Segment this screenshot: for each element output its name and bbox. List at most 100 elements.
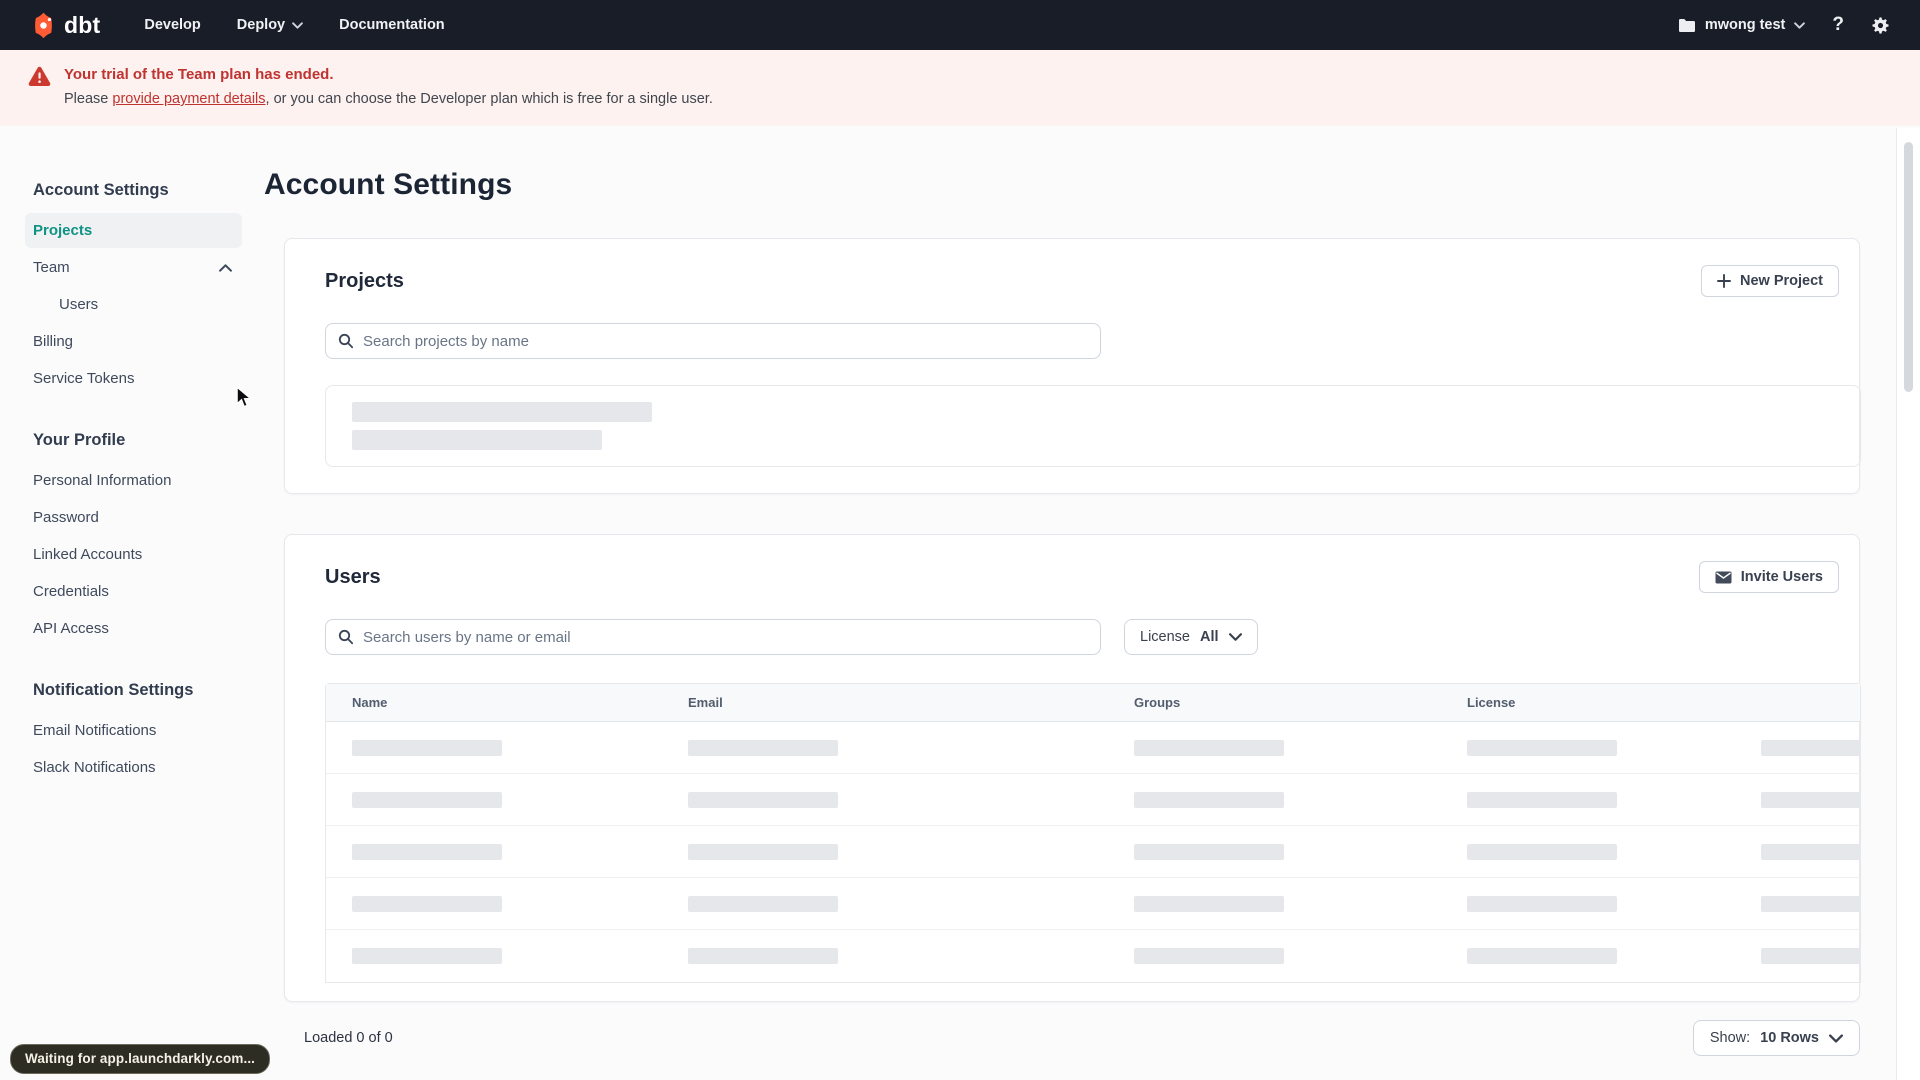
- nav-deploy-label: Deploy: [236, 17, 286, 33]
- sidebar-item-label: Service Tokens: [33, 370, 135, 387]
- rows-per-page-label: Show:: [1709, 1030, 1751, 1046]
- skeleton-bar: [1467, 895, 1617, 912]
- sidebar-item-label: Email Notifications: [33, 722, 157, 739]
- new-project-button[interactable]: New Project: [1701, 265, 1839, 297]
- sidebar-item-label: API Access: [33, 620, 109, 637]
- table-row: [326, 774, 1860, 826]
- account-switcher[interactable]: mwong test: [1678, 17, 1806, 33]
- sidebar-item-personal-information[interactable]: Personal Information: [25, 463, 242, 498]
- users-table: Name Email Groups License: [325, 683, 1861, 983]
- skeleton-bar: [1134, 739, 1284, 756]
- sidebar-item-service-tokens[interactable]: Service Tokens: [25, 361, 242, 396]
- search-icon: [338, 333, 354, 349]
- skeleton-bar: [1761, 948, 1860, 964]
- search-icon: [338, 629, 354, 645]
- nav-develop[interactable]: Develop: [144, 17, 200, 33]
- column-header-license: License: [1467, 695, 1516, 710]
- payment-details-link[interactable]: provide payment details: [112, 91, 265, 107]
- skeleton-bar: [352, 430, 602, 450]
- projects-card-title: Projects: [325, 269, 404, 292]
- banner-title: Your trial of the Team plan has ended.: [64, 66, 334, 83]
- skeleton-bar: [352, 843, 502, 860]
- nav-documentation-label: Documentation: [339, 17, 445, 33]
- sidebar-item-label: Team: [33, 259, 70, 276]
- skeleton-bar: [352, 739, 502, 756]
- settings-button[interactable]: [1871, 16, 1890, 35]
- projects-search-input[interactable]: [363, 332, 1088, 350]
- skeleton-bar: [688, 739, 838, 756]
- warning-triangle-icon: [28, 66, 51, 87]
- skeleton-bar: [1467, 843, 1617, 860]
- caret-down-icon: [1794, 17, 1806, 33]
- skeleton-bar: [1134, 948, 1284, 964]
- column-header-actions: [1735, 684, 1860, 721]
- skeleton-bar: [1467, 948, 1617, 964]
- skeleton-bar: [1134, 791, 1284, 808]
- sidebar-item-credentials[interactable]: Credentials: [25, 574, 242, 609]
- skeleton-bar: [352, 402, 652, 422]
- sidebar-item-api-access[interactable]: API Access: [25, 611, 242, 646]
- settings-sidebar: Account Settings Projects Team Users Bil…: [0, 126, 264, 1078]
- projects-searchbox: [325, 323, 1101, 359]
- chevron-down-icon: [1228, 633, 1242, 641]
- account-name: mwong test: [1704, 17, 1786, 33]
- dbt-logo[interactable]: dbt: [30, 12, 100, 39]
- skeleton-bar: [1761, 791, 1860, 808]
- question-mark-icon: ?: [1832, 14, 1844, 35]
- rows-per-page-value: 10 Rows: [1760, 1030, 1819, 1046]
- license-filter-value: All: [1199, 629, 1219, 645]
- sidebar-item-password[interactable]: Password: [25, 500, 242, 535]
- sidebar-item-label: Personal Information: [33, 472, 172, 489]
- skeleton-bar: [1761, 739, 1860, 756]
- sidebar-heading-notification-settings: Notification Settings: [33, 681, 194, 699]
- sidebar-heading-your-profile: Your Profile: [33, 431, 126, 449]
- primary-nav: Develop Deploy Documentation: [144, 17, 444, 33]
- sidebar-item-projects[interactable]: Projects: [25, 213, 242, 248]
- users-search-input[interactable]: [363, 628, 1088, 646]
- chevron-down-icon: [1829, 1033, 1843, 1043]
- help-button[interactable]: ?: [1832, 14, 1844, 36]
- dbt-logo-icon: [30, 12, 57, 39]
- sidebar-item-users[interactable]: Users: [25, 287, 242, 322]
- banner-body-suffix: , or you can choose the Developer plan w…: [265, 91, 713, 107]
- skeleton-bar: [1134, 843, 1284, 860]
- sidebar-item-team[interactable]: Team: [25, 250, 242, 285]
- trial-banner: Your trial of the Team plan has ended. P…: [0, 50, 1920, 126]
- scrollbar-thumb[interactable]: [1904, 142, 1913, 392]
- sidebar-item-linked-accounts[interactable]: Linked Accounts: [25, 537, 242, 572]
- skeleton-bar: [688, 791, 838, 808]
- sidebar-item-label: Billing: [33, 333, 74, 350]
- envelope-icon: [1715, 571, 1732, 584]
- rows-per-page-button[interactable]: Show: 10 Rows: [1692, 1020, 1860, 1056]
- nav-documentation[interactable]: Documentation: [339, 17, 445, 33]
- license-filter[interactable]: License All: [1124, 619, 1258, 655]
- main-content: Account Settings Projects New Project Se…: [264, 126, 1864, 1078]
- users-table-footer: Loaded 0 of 0 Show: 10 Rows: [284, 1020, 1860, 1056]
- nav-develop-label: Develop: [144, 17, 201, 33]
- new-project-label: New Project: [1740, 273, 1823, 289]
- table-row: [326, 930, 1860, 982]
- chevron-up-icon: [219, 263, 232, 272]
- banner-text: Your trial of the Team plan has ended. P…: [64, 65, 713, 109]
- sidebar-item-label: Users: [59, 296, 99, 313]
- sidebar-item-label: Slack Notifications: [33, 759, 156, 776]
- invite-users-button[interactable]: Invite Users: [1698, 561, 1839, 593]
- sidebar-item-label: Credentials: [33, 583, 109, 600]
- scrollbar[interactable]: [1896, 128, 1920, 1080]
- caret-down-icon: [292, 17, 303, 33]
- sidebar-item-billing[interactable]: Billing: [25, 324, 242, 359]
- banner-body: Please provide payment details, or you c…: [64, 90, 713, 109]
- users-card: Users Invite Users License All: [284, 534, 1861, 1002]
- sidebar-item-label: Linked Accounts: [33, 546, 143, 563]
- skeleton-bar: [688, 895, 838, 912]
- projects-loading-skeleton: [325, 385, 1861, 467]
- nav-deploy[interactable]: Deploy: [237, 17, 303, 33]
- brand-text: dbt: [64, 11, 101, 38]
- column-header-name: Name: [352, 695, 388, 710]
- page-title: Account Settings: [264, 168, 513, 201]
- sidebar-item-label: Password: [33, 509, 99, 526]
- table-row: [326, 722, 1860, 774]
- sidebar-item-email-notifications[interactable]: Email Notifications: [25, 713, 242, 748]
- skeleton-bar: [688, 843, 838, 860]
- sidebar-item-slack-notifications[interactable]: Slack Notifications: [25, 750, 242, 785]
